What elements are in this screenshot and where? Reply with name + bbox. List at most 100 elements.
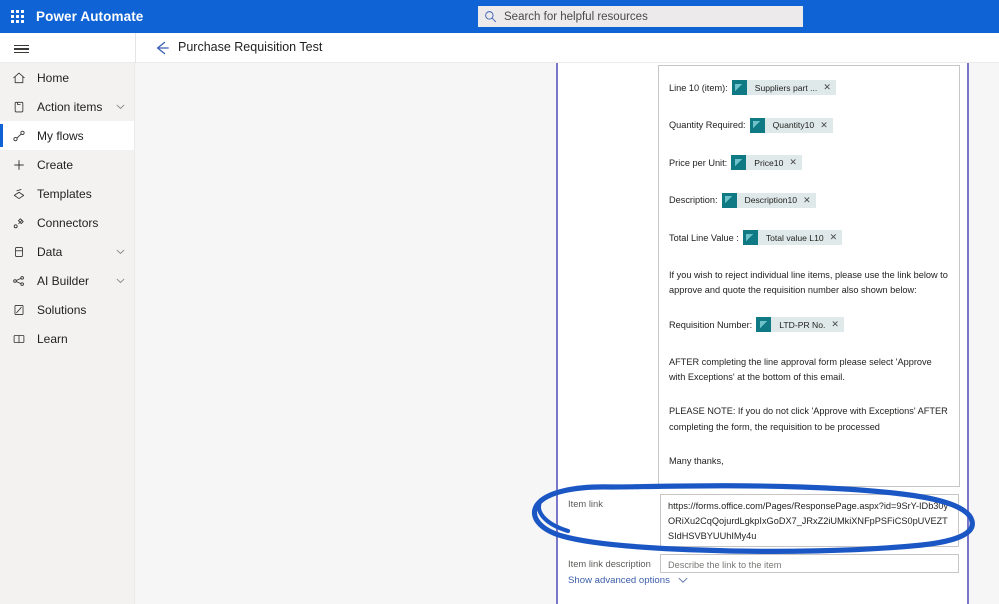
sidebar-item-label: Data: [37, 244, 63, 259]
sidebar-item-label: Action items: [37, 99, 103, 114]
sidebar-item-learn[interactable]: Learn: [0, 324, 134, 353]
show-advanced-options-button[interactable]: Show advanced options: [568, 575, 688, 586]
sidebar-item-action-items[interactable]: Action items: [0, 92, 134, 121]
dynamic-content-token[interactable]: Price10 ✕: [731, 155, 802, 170]
connectors-icon: [10, 216, 28, 230]
chevron-down-icon: [678, 577, 688, 584]
command-bar: Purchase Requisition Test: [0, 33, 999, 63]
sharepoint-token-icon: [784, 485, 800, 486]
item-link-row: Item link https://forms.office.com/Pages…: [568, 494, 961, 547]
left-navigation: Home Action items My flows Create Templa…: [0, 63, 135, 604]
back-arrow-icon[interactable]: [152, 39, 172, 57]
command-bar-divider: [135, 33, 136, 63]
suite-header: Power Automate Search for helpful resour…: [0, 0, 999, 33]
sidebar-item-my-flows[interactable]: My flows: [0, 121, 134, 150]
search-placeholder: Search for helpful resources: [504, 10, 648, 23]
field-label: Price per Unit:: [669, 157, 728, 168]
field-row-quantity-required: Quantity Required: Quantity10 ✕: [669, 117, 949, 133]
power-automate-window: Power Automate Search for helpful resour…: [0, 0, 999, 604]
sidebar-item-label: Solutions: [37, 302, 87, 317]
hamburger-menu-icon[interactable]: [6, 38, 36, 60]
sidebar-item-solutions[interactable]: Solutions: [0, 295, 134, 324]
field-row-line-10: Line 10 (item): Suppliers part ... ✕: [669, 80, 949, 95]
token-label: Price10: [754, 157, 784, 168]
flow-icon: [10, 129, 28, 143]
show-advanced-options-label: Show advanced options: [568, 575, 670, 586]
item-link-description-input[interactable]: Describe the link to the item: [660, 554, 959, 573]
body-paragraph-many-thanks: Many thanks,: [669, 455, 724, 466]
sidebar-item-label: AI Builder: [37, 273, 90, 288]
token-label: Suppliers part ...: [754, 82, 818, 93]
email-body-editor[interactable]: Line 10 (item): Suppliers part ... ✕ Qua…: [658, 65, 960, 487]
sidebar-item-home[interactable]: Home: [0, 63, 134, 92]
dynamic-content-token[interactable]: LTD-PR No. ✕: [756, 317, 844, 333]
book-icon: [10, 332, 28, 346]
solutions-icon: [10, 303, 28, 317]
field-row-signature: Purchase Requisition Team Department to.…: [669, 485, 949, 486]
dynamic-content-token[interactable]: Total value L10 ✕: [742, 230, 843, 245]
templates-icon: [10, 187, 28, 201]
sidebar-item-connectors[interactable]: Connectors: [0, 208, 134, 237]
field-row-description: Description: Description10 ✕: [669, 192, 949, 208]
page-title: Purchase Requisition Test: [178, 40, 323, 54]
sidebar-item-templates[interactable]: Templates: [0, 179, 134, 208]
clipboard-icon: [10, 100, 28, 114]
body-paragraph-after-completing: AFTER completing the line approval form …: [669, 356, 932, 383]
token-label: LTD-PR No.: [779, 319, 826, 330]
sidebar-item-label: Learn: [37, 331, 68, 346]
body-paragraph-please-note: PLEASE NOTE: If you do not click 'Approv…: [669, 406, 948, 433]
field-label: Line 10 (item):: [669, 82, 728, 93]
sidebar-item-create[interactable]: Create: [0, 150, 134, 179]
home-icon: [10, 71, 28, 85]
flow-designer-canvas: Line 10 (item): Suppliers part ... ✕ Qua…: [135, 63, 999, 604]
sidebar-item-label: Templates: [37, 186, 92, 201]
token-label: Description10: [744, 195, 798, 205]
sidebar-item-label: Create: [37, 157, 74, 172]
token-label: Total value L10: [765, 232, 824, 243]
dynamic-content-token[interactable]: Suppliers part ... ✕: [731, 80, 836, 95]
sharepoint-token-icon: [756, 317, 772, 333]
item-link-description-label: Item link description: [568, 558, 651, 569]
sharepoint-token-icon: [731, 155, 747, 170]
dynamic-content-token[interactable]: Description10 ✕: [721, 192, 816, 208]
field-row-price-per-unit: Price per Unit: Price10 ✕: [669, 155, 949, 170]
field-label: Requisition Number:: [669, 319, 753, 330]
search-icon: [484, 10, 497, 23]
action-card-send-email: Line 10 (item): Suppliers part ... ✕ Qua…: [556, 63, 969, 604]
search-input[interactable]: Search for helpful resources: [478, 6, 803, 27]
field-label: Quantity Required:: [669, 120, 746, 130]
remove-token-icon[interactable]: ✕: [789, 157, 802, 168]
sharepoint-token-icon: [721, 192, 737, 208]
dynamic-content-token[interactable]: Quantity10 ✕: [749, 117, 833, 133]
app-launcher-waffle-icon[interactable]: [0, 0, 34, 33]
dynamic-content-token[interactable]: Department to... ✕: [784, 485, 888, 486]
chevron-down-icon[interactable]: [112, 249, 128, 255]
remove-token-icon[interactable]: ✕: [830, 232, 843, 243]
sharepoint-token-icon: [749, 117, 765, 133]
remove-token-icon[interactable]: ✕: [803, 195, 816, 206]
ai-builder-icon: [10, 274, 28, 288]
database-icon: [10, 245, 28, 259]
remove-token-icon[interactable]: ✕: [820, 120, 833, 131]
field-label: Description:: [669, 195, 718, 205]
field-label: Total Line Value :: [669, 232, 739, 243]
plus-icon: [10, 158, 28, 172]
sidebar-item-ai-builder[interactable]: AI Builder: [0, 266, 134, 295]
field-row-requisition-number: Requisition Number: LTD-PR No. ✕: [669, 317, 949, 333]
sharepoint-token-icon: [742, 230, 758, 245]
app-name[interactable]: Power Automate: [36, 9, 143, 24]
body-paragraph-reject-instructions: If you wish to reject individual line it…: [669, 269, 948, 296]
remove-token-icon[interactable]: ✕: [831, 319, 844, 330]
chevron-down-icon[interactable]: [112, 278, 128, 284]
remove-token-icon[interactable]: ✕: [823, 82, 836, 93]
field-row-total-line-value: Total Line Value : Total value L10 ✕: [669, 230, 949, 245]
item-link-label: Item link: [568, 498, 603, 509]
sidebar-item-data[interactable]: Data: [0, 237, 134, 266]
item-link-input[interactable]: https://forms.office.com/Pages/ResponseP…: [660, 494, 959, 547]
item-link-description-row: Item link description Describe the link …: [568, 554, 961, 573]
sidebar-item-label: Connectors: [37, 215, 99, 230]
chevron-down-icon[interactable]: [112, 104, 128, 110]
sidebar-item-label: My flows: [37, 128, 84, 143]
token-label: Quantity10: [772, 120, 815, 130]
sharepoint-token-icon: [731, 80, 747, 95]
